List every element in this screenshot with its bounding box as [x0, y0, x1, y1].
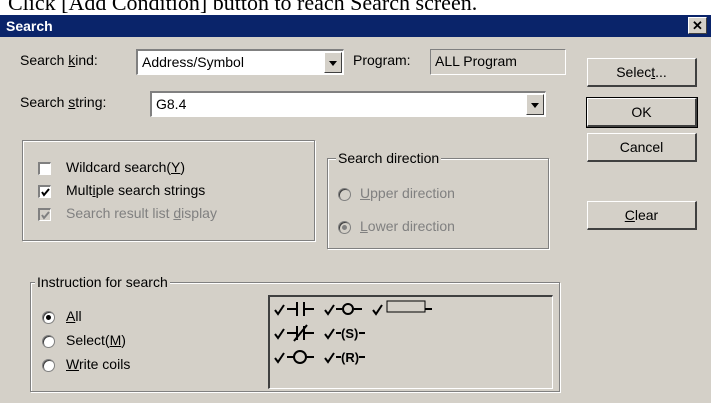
chevron-down-icon[interactable]	[324, 52, 342, 73]
upper-direction-radio	[338, 188, 351, 201]
search-kind-value: Address/Symbol	[142, 54, 244, 70]
instruction-write-coils-radio[interactable]	[42, 359, 55, 372]
check-icon	[274, 328, 285, 340]
coil-icon	[336, 303, 362, 315]
checkmark-icon	[41, 188, 50, 197]
search-string-label: Search string:	[20, 94, 107, 110]
search-string-value: G8.4	[156, 96, 187, 112]
dialog-title: Search	[6, 18, 53, 34]
multiple-strings-label[interactable]: Multiple search strings	[66, 182, 205, 198]
upper-direction-label: Upper direction	[360, 185, 455, 201]
instruction-title: Instruction for search	[35, 274, 170, 290]
instruction-all-label[interactable]: All	[66, 308, 82, 324]
check-icon	[372, 304, 383, 316]
function-block-icon	[386, 300, 432, 313]
instruction-select-label[interactable]: Select(M)	[66, 332, 126, 348]
search-direction-group: Search direction	[327, 150, 549, 249]
search-dialog: Search ✕ Search kind: Address/Symbol Pro…	[0, 15, 711, 403]
reset-coil-label: (R)	[341, 350, 359, 365]
lower-direction-label: Lower direction	[360, 218, 455, 234]
search-string-input[interactable]: G8.4	[150, 91, 546, 117]
page-caption: Click [Add Condition] button to reach Se…	[8, 0, 478, 15]
title-bar[interactable]: Search ✕	[0, 15, 711, 37]
instruction-write-coils-label[interactable]: Write coils	[66, 356, 130, 372]
instruction-select-radio[interactable]	[42, 335, 55, 348]
search-kind-label: Search kind:	[20, 52, 98, 68]
result-list-checkbox	[38, 208, 51, 221]
instruction-symbol-list[interactable]: (S) (R)	[268, 295, 553, 389]
program-label: Program:	[353, 52, 411, 68]
select-button[interactable]: Select...	[587, 58, 697, 87]
program-value: ALL Program	[435, 53, 517, 69]
close-button[interactable]: ✕	[688, 17, 707, 34]
contact-no-icon	[287, 302, 314, 316]
check-icon	[324, 304, 335, 316]
result-list-label: Search result list display	[66, 205, 217, 221]
cancel-button[interactable]: Cancel	[587, 133, 697, 162]
search-kind-select[interactable]: Address/Symbol	[136, 49, 344, 75]
ok-button[interactable]: OK	[586, 97, 698, 128]
contact-nc-icon	[287, 324, 314, 342]
lower-direction-radio	[338, 221, 351, 234]
wildcard-checkbox[interactable]	[38, 162, 51, 175]
wildcard-label[interactable]: Wildcard search(Y)	[66, 159, 185, 175]
multiple-strings-checkbox[interactable]	[38, 185, 51, 198]
check-icon	[274, 304, 285, 316]
set-coil-label: (S)	[341, 326, 358, 341]
ladder-symbols: (S) (R)	[274, 300, 432, 365]
check-icon	[274, 352, 285, 364]
check-icon	[324, 328, 335, 340]
instruction-all-radio[interactable]	[42, 311, 55, 324]
clear-button[interactable]: Clear	[587, 201, 697, 230]
check-icon	[324, 352, 335, 364]
search-direction-title: Search direction	[336, 150, 442, 166]
checkmark-icon	[41, 211, 50, 220]
coil-icon	[287, 350, 314, 364]
chevron-down-icon[interactable]	[526, 94, 544, 115]
program-field: ALL Program	[430, 49, 566, 75]
